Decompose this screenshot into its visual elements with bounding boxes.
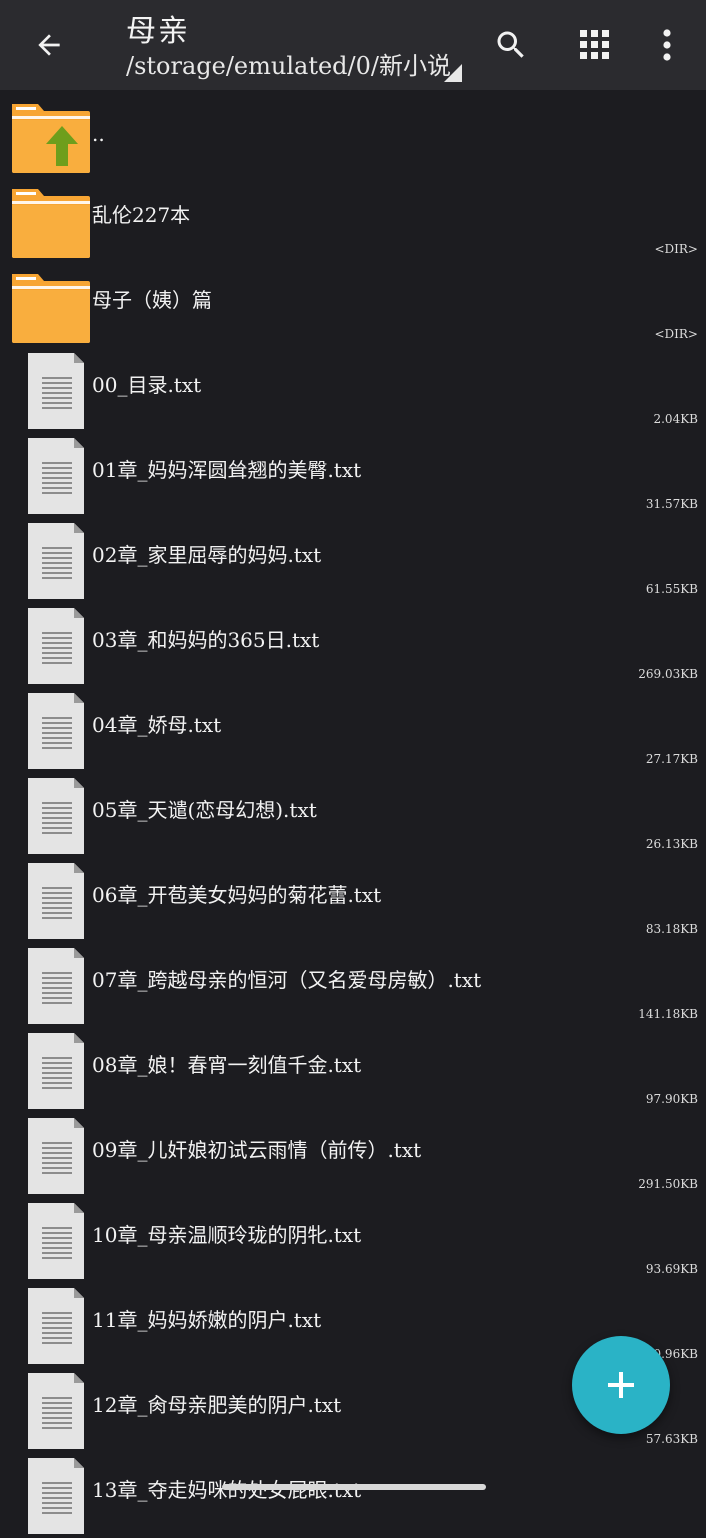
search-icon <box>497 31 524 58</box>
file-name: 05章_天谴(恋母幻想).txt <box>92 798 317 822</box>
file-size: 83.18KB <box>645 922 698 936</box>
file-size: 2.04KB <box>653 412 698 426</box>
folder-item[interactable]: 母子（姨）篇 <DIR> <box>0 260 706 345</box>
file-item[interactable]: 03章_和妈妈的365日.txt 269.03KB <box>0 600 706 685</box>
text-file-icon <box>18 778 98 854</box>
file-name: 母子（姨）篇 <box>92 288 212 312</box>
text-file-icon <box>18 1373 98 1449</box>
back-button[interactable] <box>22 18 76 72</box>
add-button[interactable] <box>572 1336 670 1434</box>
parent-folder-item[interactable]: .. <box>0 90 706 175</box>
folder-up-icon <box>10 98 90 174</box>
path-dropdown-indicator-icon[interactable] <box>444 64 462 82</box>
text-file-icon <box>18 353 98 429</box>
file-name: 06章_开苞美女妈妈的菊花蕾.txt <box>92 883 382 907</box>
file-size: 61.55KB <box>645 582 698 596</box>
file-name: 乱伦227本 <box>92 203 191 227</box>
file-item[interactable]: 09章_儿奸娘初试云雨情（前传）.txt 291.50KB <box>0 1110 706 1195</box>
page-title: 母亲 <box>126 14 190 49</box>
file-name: 08章_娘！春宵一刻值千金.txt <box>92 1053 362 1077</box>
file-size: 27.17KB <box>645 752 698 766</box>
file-size: 269.03KB <box>638 667 698 681</box>
file-name: 07章_跨越母亲的恒河（又名爱母房敏）.txt <box>92 968 482 992</box>
file-size: 57.63KB <box>645 1432 698 1446</box>
text-file-icon <box>18 523 98 599</box>
file-item[interactable]: 13章_夺走妈咪的处女屁眼.txt <box>0 1450 706 1535</box>
plus-icon <box>608 1372 634 1398</box>
file-name: 12章_肏母亲肥美的阴户.txt <box>92 1393 342 1417</box>
current-path[interactable]: /storage/emulated/0/新小说 <box>126 46 451 81</box>
file-name: 02章_家里屈辱的妈妈.txt <box>92 543 322 567</box>
file-name: 00_目录.txt <box>92 373 202 397</box>
file-size: 26.13KB <box>645 837 698 851</box>
grid-view-button[interactable] <box>568 18 622 72</box>
text-file-icon <box>18 948 98 1024</box>
file-item[interactable]: 02章_家里屈辱的妈妈.txt 61.55KB <box>0 515 706 600</box>
file-name: 09章_儿奸娘初试云雨情（前传）.txt <box>92 1138 422 1162</box>
text-file-icon <box>18 863 98 939</box>
text-file-icon <box>18 1288 98 1364</box>
arrow-left-icon <box>38 34 60 56</box>
file-size: 93.69KB <box>645 1262 698 1276</box>
file-size: <DIR> <box>654 327 698 341</box>
text-file-icon <box>18 693 98 769</box>
file-item[interactable]: 06章_开苞美女妈妈的菊花蕾.txt 83.18KB <box>0 855 706 940</box>
text-file-icon <box>18 438 98 514</box>
grid-view-icon <box>580 30 609 59</box>
file-name: 11章_妈妈娇嫩的阴户.txt <box>92 1308 322 1332</box>
folder-icon <box>10 268 90 344</box>
file-item[interactable]: 10章_母亲温顺玲珑的阴牝.txt 93.69KB <box>0 1195 706 1280</box>
file-item[interactable]: 04章_娇母.txt 27.17KB <box>0 685 706 770</box>
file-size: <DIR> <box>654 242 698 256</box>
more-options-button[interactable] <box>640 18 694 72</box>
folder-icon <box>10 183 90 259</box>
home-indicator[interactable] <box>222 1484 486 1490</box>
folder-item[interactable]: 乱伦227本 <DIR> <box>0 175 706 260</box>
file-size: 291.50KB <box>638 1177 698 1191</box>
file-item[interactable]: 08章_娘！春宵一刻值千金.txt 97.90KB <box>0 1025 706 1110</box>
more-vert-icon <box>663 29 671 61</box>
file-item[interactable]: 05章_天谴(恋母幻想).txt 26.13KB <box>0 770 706 855</box>
file-name: 04章_娇母.txt <box>92 713 222 737</box>
file-list: .. 乱伦227本 <DIR> 母子（姨）篇 <DIR> 00_目录.txt 2.04KB 0… <box>0 90 706 1535</box>
file-size: 141.18KB <box>638 1007 698 1021</box>
text-file-icon <box>18 1033 98 1109</box>
text-file-icon <box>18 1458 98 1534</box>
search-button[interactable] <box>484 18 538 72</box>
file-item[interactable]: 00_目录.txt 2.04KB <box>0 345 706 430</box>
file-name: .. <box>92 122 105 146</box>
text-file-icon <box>18 608 98 684</box>
text-file-icon <box>18 1203 98 1279</box>
file-size: 31.57KB <box>645 497 698 511</box>
file-name: 01章_妈妈浑圆耸翘的美臀.txt <box>92 458 362 482</box>
file-name: 10章_母亲温顺玲珑的阴牝.txt <box>92 1223 362 1247</box>
file-item[interactable]: 01章_妈妈浑圆耸翘的美臀.txt 31.57KB <box>0 430 706 515</box>
text-file-icon <box>18 1118 98 1194</box>
file-name: 03章_和妈妈的365日.txt <box>92 628 320 652</box>
toolbar: 母亲 /storage/emulated/0/新小说 <box>0 0 706 90</box>
file-item[interactable]: 07章_跨越母亲的恒河（又名爱母房敏）.txt 141.18KB <box>0 940 706 1025</box>
file-size: 97.90KB <box>645 1092 698 1106</box>
